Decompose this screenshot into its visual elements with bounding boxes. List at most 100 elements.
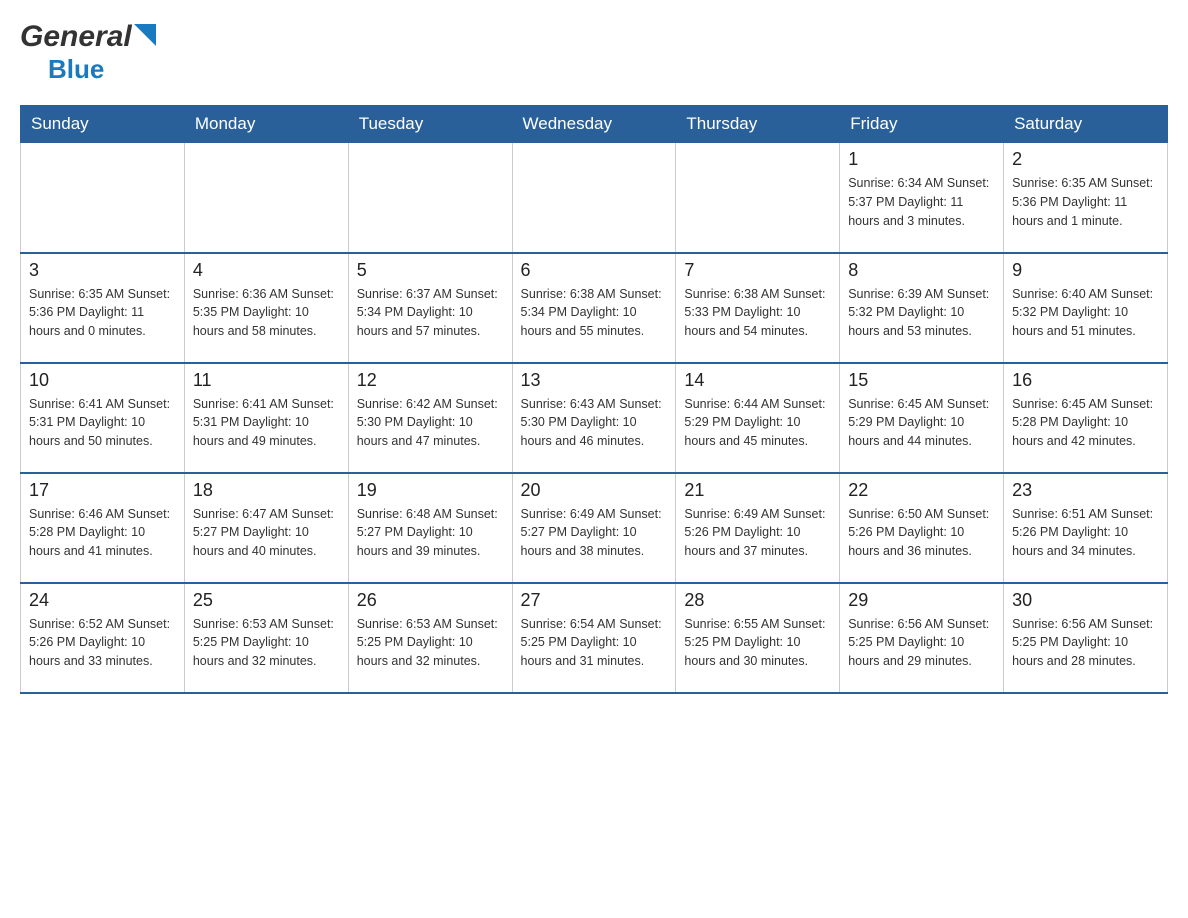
week-row-4: 17Sunrise: 6:46 AM Sunset: 5:28 PM Dayli… xyxy=(21,473,1168,583)
day-cell: 1 Sunrise: 6:34 AM Sunset: 5:37 PM Daylig… xyxy=(840,143,1004,253)
day-info: Sunrise: 6:51 AM Sunset: 5:26 PM Dayligh… xyxy=(1012,505,1159,561)
col-header-friday: Friday xyxy=(840,106,1004,143)
day-info: Sunrise: 6:34 AM Sunset: 5:37 PM Dayligh… xyxy=(848,174,995,230)
col-header-saturday: Saturday xyxy=(1004,106,1168,143)
day-info: Sunrise: 6:43 AM Sunset: 5:30 PM Dayligh… xyxy=(521,395,668,451)
day-info: Sunrise: 6:42 AM Sunset: 5:30 PM Dayligh… xyxy=(357,395,504,451)
day-number: 30 xyxy=(1012,590,1159,611)
day-number: 19 xyxy=(357,480,504,501)
day-number: 29 xyxy=(848,590,995,611)
day-info: Sunrise: 6:35 AM Sunset: 5:36 PM Dayligh… xyxy=(29,285,176,341)
day-cell xyxy=(676,143,840,253)
logo: General Blue xyxy=(20,20,156,85)
day-number: 21 xyxy=(684,480,831,501)
day-cell: 18Sunrise: 6:47 AM Sunset: 5:27 PM Dayli… xyxy=(184,473,348,583)
day-info: Sunrise: 6:54 AM Sunset: 5:25 PM Dayligh… xyxy=(521,615,668,671)
day-cell: 29 Sunrise: 6:56 AM Sunset: 5:25 PM Dayli… xyxy=(840,583,1004,693)
day-cell xyxy=(21,143,185,253)
day-info: Sunrise: 6:53 AM Sunset: 5:25 PM Dayligh… xyxy=(193,615,340,671)
day-cell: 8 Sunrise: 6:39 AM Sunset: 5:32 PM Daylig… xyxy=(840,253,1004,363)
day-cell: 10 Sunrise: 6:41 AM Sunset: 5:31 PM Dayli… xyxy=(21,363,185,473)
day-cell: 11 Sunrise: 6:41 AM Sunset: 5:31 PM Dayli… xyxy=(184,363,348,473)
col-header-wednesday: Wednesday xyxy=(512,106,676,143)
day-number: 1 xyxy=(848,149,995,170)
day-number: 11 xyxy=(193,370,340,391)
calendar-table: SundayMondayTuesdayWednesdayThursdayFrid… xyxy=(20,105,1168,694)
day-cell: 17Sunrise: 6:46 AM Sunset: 5:28 PM Dayli… xyxy=(21,473,185,583)
logo-blue-text: Blue xyxy=(48,54,104,85)
day-cell: 19Sunrise: 6:48 AM Sunset: 5:27 PM Dayli… xyxy=(348,473,512,583)
day-number: 23 xyxy=(1012,480,1159,501)
day-info: Sunrise: 6:52 AM Sunset: 5:26 PM Dayligh… xyxy=(29,615,176,671)
day-info: Sunrise: 6:47 AM Sunset: 5:27 PM Dayligh… xyxy=(193,505,340,561)
day-number: 16 xyxy=(1012,370,1159,391)
day-info: Sunrise: 6:38 AM Sunset: 5:33 PM Dayligh… xyxy=(684,285,831,341)
week-row-2: 3 Sunrise: 6:35 AM Sunset: 5:36 PM Daylig… xyxy=(21,253,1168,363)
day-number: 14 xyxy=(684,370,831,391)
day-info: Sunrise: 6:40 AM Sunset: 5:32 PM Dayligh… xyxy=(1012,285,1159,341)
day-info: Sunrise: 6:56 AM Sunset: 5:25 PM Dayligh… xyxy=(1012,615,1159,671)
day-info: Sunrise: 6:49 AM Sunset: 5:27 PM Dayligh… xyxy=(521,505,668,561)
day-number: 3 xyxy=(29,260,176,281)
day-cell: 14 Sunrise: 6:44 AM Sunset: 5:29 PM Dayli… xyxy=(676,363,840,473)
day-info: Sunrise: 6:45 AM Sunset: 5:28 PM Dayligh… xyxy=(1012,395,1159,451)
day-number: 28 xyxy=(684,590,831,611)
day-number: 2 xyxy=(1012,149,1159,170)
day-info: Sunrise: 6:36 AM Sunset: 5:35 PM Dayligh… xyxy=(193,285,340,341)
day-cell: 28 Sunrise: 6:55 AM Sunset: 5:25 PM Dayli… xyxy=(676,583,840,693)
day-number: 13 xyxy=(521,370,668,391)
day-cell xyxy=(348,143,512,253)
day-info: Sunrise: 6:49 AM Sunset: 5:26 PM Dayligh… xyxy=(684,505,831,561)
day-cell xyxy=(512,143,676,253)
day-info: Sunrise: 6:53 AM Sunset: 5:25 PM Dayligh… xyxy=(357,615,504,671)
day-info: Sunrise: 6:56 AM Sunset: 5:25 PM Dayligh… xyxy=(848,615,995,671)
day-info: Sunrise: 6:55 AM Sunset: 5:25 PM Dayligh… xyxy=(684,615,831,671)
day-cell: 5 Sunrise: 6:37 AM Sunset: 5:34 PM Daylig… xyxy=(348,253,512,363)
day-info: Sunrise: 6:44 AM Sunset: 5:29 PM Dayligh… xyxy=(684,395,831,451)
day-cell: 9 Sunrise: 6:40 AM Sunset: 5:32 PM Daylig… xyxy=(1004,253,1168,363)
day-number: 4 xyxy=(193,260,340,281)
day-cell: 12 Sunrise: 6:42 AM Sunset: 5:30 PM Dayli… xyxy=(348,363,512,473)
day-cell: 13 Sunrise: 6:43 AM Sunset: 5:30 PM Dayli… xyxy=(512,363,676,473)
day-cell: 7Sunrise: 6:38 AM Sunset: 5:33 PM Daylig… xyxy=(676,253,840,363)
day-info: Sunrise: 6:38 AM Sunset: 5:34 PM Dayligh… xyxy=(521,285,668,341)
page-header: General Blue xyxy=(20,20,1168,85)
day-cell: 4 Sunrise: 6:36 AM Sunset: 5:35 PM Daylig… xyxy=(184,253,348,363)
day-info: Sunrise: 6:45 AM Sunset: 5:29 PM Dayligh… xyxy=(848,395,995,451)
day-cell: 21 Sunrise: 6:49 AM Sunset: 5:26 PM Dayli… xyxy=(676,473,840,583)
day-number: 5 xyxy=(357,260,504,281)
day-info: Sunrise: 6:41 AM Sunset: 5:31 PM Dayligh… xyxy=(29,395,176,451)
day-cell: 30 Sunrise: 6:56 AM Sunset: 5:25 PM Dayli… xyxy=(1004,583,1168,693)
day-info: Sunrise: 6:39 AM Sunset: 5:32 PM Dayligh… xyxy=(848,285,995,341)
day-number: 25 xyxy=(193,590,340,611)
day-cell: 27Sunrise: 6:54 AM Sunset: 5:25 PM Dayli… xyxy=(512,583,676,693)
day-number: 9 xyxy=(1012,260,1159,281)
day-number: 20 xyxy=(521,480,668,501)
day-info: Sunrise: 6:37 AM Sunset: 5:34 PM Dayligh… xyxy=(357,285,504,341)
day-number: 24 xyxy=(29,590,176,611)
day-number: 12 xyxy=(357,370,504,391)
day-number: 17 xyxy=(29,480,176,501)
day-cell: 24 Sunrise: 6:52 AM Sunset: 5:26 PM Dayli… xyxy=(21,583,185,693)
col-header-tuesday: Tuesday xyxy=(348,106,512,143)
day-number: 8 xyxy=(848,260,995,281)
week-row-1: 1 Sunrise: 6:34 AM Sunset: 5:37 PM Daylig… xyxy=(21,143,1168,253)
col-header-thursday: Thursday xyxy=(676,106,840,143)
day-cell: 23 Sunrise: 6:51 AM Sunset: 5:26 PM Dayli… xyxy=(1004,473,1168,583)
day-cell: 6Sunrise: 6:38 AM Sunset: 5:34 PM Daylig… xyxy=(512,253,676,363)
day-info: Sunrise: 6:35 AM Sunset: 5:36 PM Dayligh… xyxy=(1012,174,1159,230)
day-cell: 22Sunrise: 6:50 AM Sunset: 5:26 PM Dayli… xyxy=(840,473,1004,583)
week-row-5: 24 Sunrise: 6:52 AM Sunset: 5:26 PM Dayli… xyxy=(21,583,1168,693)
day-cell: 26Sunrise: 6:53 AM Sunset: 5:25 PM Dayli… xyxy=(348,583,512,693)
day-cell: 2 Sunrise: 6:35 AM Sunset: 5:36 PM Daylig… xyxy=(1004,143,1168,253)
day-info: Sunrise: 6:41 AM Sunset: 5:31 PM Dayligh… xyxy=(193,395,340,451)
calendar-header-row: SundayMondayTuesdayWednesdayThursdayFrid… xyxy=(21,106,1168,143)
col-header-sunday: Sunday xyxy=(21,106,185,143)
day-number: 10 xyxy=(29,370,176,391)
day-info: Sunrise: 6:50 AM Sunset: 5:26 PM Dayligh… xyxy=(848,505,995,561)
col-header-monday: Monday xyxy=(184,106,348,143)
day-cell: 25 Sunrise: 6:53 AM Sunset: 5:25 PM Dayli… xyxy=(184,583,348,693)
day-cell xyxy=(184,143,348,253)
day-cell: 15Sunrise: 6:45 AM Sunset: 5:29 PM Dayli… xyxy=(840,363,1004,473)
logo-triangle-icon xyxy=(134,24,156,46)
